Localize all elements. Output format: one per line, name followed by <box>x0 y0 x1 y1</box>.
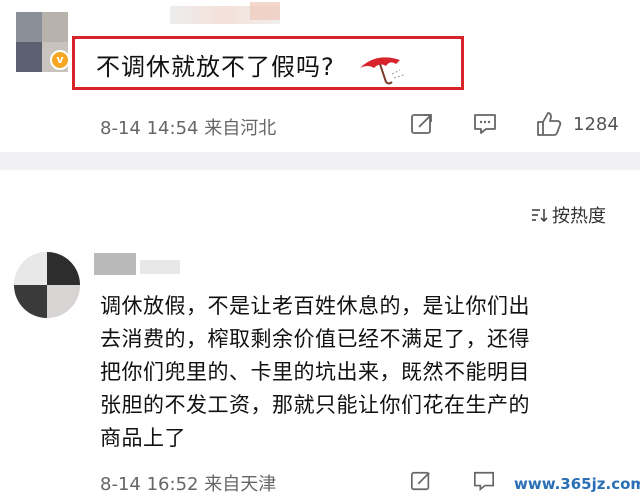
post-text: 不调休就放不了假吗? <box>96 53 335 81</box>
share-icon[interactable] <box>410 470 432 492</box>
post-card: v 不调休就放不了假吗? 8-14 14:54 来自河北 1284 <box>0 0 640 150</box>
comment-line: 把你们兜里的、卡里的坑出来，既然不能明目 <box>100 360 530 384</box>
post-time: 14:54 <box>146 118 199 139</box>
umbrella-icon <box>360 57 405 85</box>
commenter-avatar[interactable] <box>14 252 80 318</box>
post-date: 8-14 <box>100 118 141 139</box>
commenter-name-blurred[interactable] <box>94 253 136 275</box>
comment-text: 调休放假，不是让老百姓休息的，是让你们出 去消费的，榨取剩余价值已经不满足了，还… <box>100 290 620 455</box>
commenter-name-blurred-tail <box>140 260 180 274</box>
comment-icon[interactable] <box>473 470 495 492</box>
post-meta: 8-14 14:54 来自河北 <box>100 114 276 140</box>
watermark: www.365jz.com <box>514 475 640 493</box>
comment-date: 8-14 <box>100 474 141 495</box>
comment-location: 来自天津 <box>204 474 277 495</box>
comment-icon[interactable] <box>473 112 497 136</box>
comment-line: 去消费的，榨取剩余价值已经不满足了，还得 <box>100 327 530 351</box>
sort-button[interactable]: 按热度 <box>530 202 606 228</box>
comment-meta: 8-14 16:52 来自天津 <box>100 470 276 496</box>
share-icon[interactable] <box>410 112 434 136</box>
comment-line: 调休放假，不是让老百姓休息的，是让你们出 <box>100 294 530 318</box>
comment-line: 张胆的不发工资，那就只能让你们花在生产的 <box>100 393 530 417</box>
like-icon[interactable] <box>535 110 563 138</box>
username-badge-blurred <box>250 2 280 20</box>
like-count: 1284 <box>573 114 619 135</box>
verified-badge-icon: v <box>50 50 70 70</box>
section-divider <box>0 152 640 170</box>
post-location: 来自河北 <box>204 118 277 139</box>
comment-line: 商品上了 <box>100 426 186 450</box>
sort-label: 按热度 <box>552 206 606 227</box>
sort-icon <box>532 209 548 223</box>
comment-time: 16:52 <box>146 474 199 495</box>
